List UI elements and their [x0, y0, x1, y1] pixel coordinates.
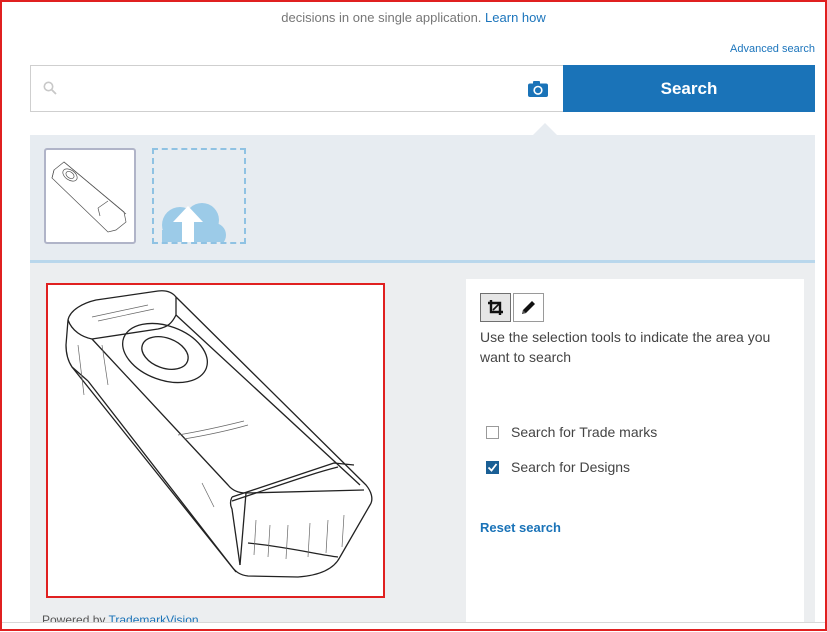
image-thumbnails-panel [30, 135, 815, 263]
search-bar: Search [30, 65, 815, 112]
trade-marks-checkbox-label: Search for Trade marks [511, 424, 658, 440]
selected-image-thumbnail[interactable] [44, 148, 136, 244]
intro-text: decisions in one single application. Lea… [0, 10, 827, 25]
designs-checkbox[interactable] [486, 460, 499, 474]
advanced-search-link[interactable]: Advanced search [730, 43, 815, 55]
selection-tool-group [480, 293, 544, 322]
upload-image-tile[interactable] [152, 148, 246, 244]
usb-drive-thumbnail-drawing [51, 161, 127, 233]
pencil-tool-button[interactable] [513, 293, 544, 322]
learn-how-link[interactable]: Learn how [485, 10, 546, 25]
selection-tools-panel: Use the selection tools to indicate the … [466, 279, 804, 631]
cloud-upload-icon [162, 203, 226, 242]
trade-marks-checkbox-row[interactable]: Search for Trade marks [486, 424, 657, 440]
image-work-area: Powered by TrademarkVision Use the selec… [30, 263, 815, 631]
selection-instructions: Use the selection tools to indicate the … [480, 329, 771, 365]
designs-checkbox-row[interactable]: Search for Designs [486, 459, 630, 475]
designs-checkbox-label: Search for Designs [511, 459, 631, 475]
checkmark-icon [487, 462, 498, 472]
search-field [30, 65, 563, 112]
usb-drive-drawing [65, 290, 373, 578]
panel-pointer [533, 123, 557, 135]
intro-text-label: decisions in one single application. [281, 10, 482, 25]
search-input[interactable] [31, 65, 527, 112]
camera-icon[interactable] [527, 80, 549, 98]
search-button[interactable]: Search [563, 65, 815, 112]
selection-image-canvas[interactable] [46, 283, 385, 598]
reset-search-link[interactable]: Reset search [480, 520, 561, 535]
crop-tool-button[interactable] [480, 293, 511, 322]
pencil-icon [522, 301, 535, 314]
crop-icon [488, 300, 503, 315]
trade-marks-checkbox[interactable] [486, 425, 499, 439]
magnifier-icon [43, 81, 57, 95]
